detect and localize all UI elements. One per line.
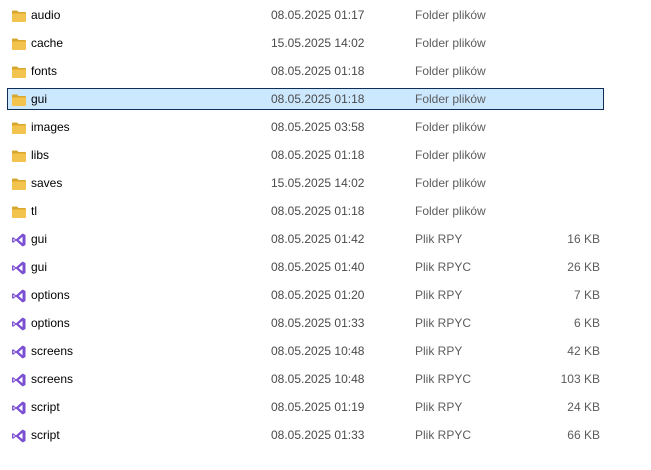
folder-row[interactable]: fonts 08.05.2025 01:18 Folder plików [7, 60, 604, 82]
file-type: Folder plików [415, 176, 486, 190]
file-row[interactable]: screens 08.05.2025 10:48 Plik RPYC 103 KB [7, 368, 604, 390]
file-name: gui [31, 232, 48, 246]
visual-studio-file-icon [11, 400, 27, 416]
folder-icon [11, 148, 27, 164]
modified-date: 08.05.2025 01:19 [271, 400, 365, 414]
modified-date: 08.05.2025 10:48 [271, 372, 365, 386]
file-name: audio [31, 8, 61, 22]
file-size: 103 KB [560, 372, 600, 386]
folder-row[interactable]: saves 15.05.2025 14:02 Folder plików [7, 172, 604, 194]
modified-date: 08.05.2025 01:18 [271, 92, 365, 106]
file-type: Folder plików [415, 204, 486, 218]
file-name: screens [31, 344, 74, 358]
folder-icon [11, 92, 27, 108]
modified-date: 08.05.2025 01:20 [271, 288, 365, 302]
file-name: libs [31, 148, 50, 162]
modified-date: 15.05.2025 14:02 [271, 176, 365, 190]
folder-icon [11, 204, 27, 220]
folder-icon [11, 8, 27, 24]
file-row[interactable]: options 08.05.2025 01:33 Plik RPYC 6 KB [7, 312, 604, 334]
modified-date: 08.05.2025 01:42 [271, 232, 365, 246]
file-name: gui [31, 92, 48, 106]
modified-date: 08.05.2025 01:18 [271, 64, 365, 78]
file-row[interactable]: script 08.05.2025 01:33 Plik RPYC 66 KB [7, 424, 604, 446]
folder-icon [11, 64, 27, 80]
folder-icon [11, 120, 27, 136]
file-name: cache [31, 36, 64, 50]
file-type: Plik RPY [415, 288, 463, 302]
visual-studio-file-icon [11, 232, 27, 248]
file-name: saves [31, 176, 63, 190]
file-name: screens [31, 372, 74, 386]
visual-studio-file-icon [11, 428, 27, 444]
file-name: images [31, 120, 70, 134]
file-row[interactable]: gui 08.05.2025 01:40 Plik RPYC 26 KB [7, 256, 604, 278]
file-name: tl [31, 204, 37, 218]
file-type: Plik RPYC [415, 428, 472, 442]
file-type: Plik RPYC [415, 316, 472, 330]
file-name: options [31, 316, 70, 330]
file-size: 66 KB [567, 428, 600, 442]
file-row[interactable]: script 08.05.2025 01:19 Plik RPY 24 KB [7, 396, 604, 418]
visual-studio-file-icon [11, 344, 27, 360]
file-size: 6 KB [573, 316, 600, 330]
visual-studio-file-icon [11, 260, 27, 276]
file-row[interactable]: gui 08.05.2025 01:42 Plik RPY 16 KB [7, 228, 604, 250]
file-size: 24 KB [567, 400, 600, 414]
file-size: 26 KB [567, 260, 600, 274]
modified-date: 08.05.2025 01:17 [271, 8, 365, 22]
file-size: 42 KB [567, 344, 600, 358]
file-row[interactable]: screens 08.05.2025 10:48 Plik RPY 42 KB [7, 340, 604, 362]
file-type: Plik RPY [415, 400, 463, 414]
modified-date: 08.05.2025 01:33 [271, 316, 365, 330]
file-name: script [31, 428, 60, 442]
folder-row[interactable]: gui 08.05.2025 01:18 Folder plików [7, 88, 604, 110]
modified-date: 08.05.2025 01:33 [271, 428, 365, 442]
visual-studio-file-icon [11, 316, 27, 332]
file-type: Folder plików [415, 8, 486, 22]
visual-studio-file-icon [11, 288, 27, 304]
file-type: Plik RPYC [415, 260, 472, 274]
folder-icon [11, 176, 27, 192]
modified-date: 08.05.2025 01:18 [271, 148, 365, 162]
folder-row[interactable]: cache 15.05.2025 14:02 Folder plików [7, 32, 604, 54]
folder-row[interactable]: tl 08.05.2025 01:18 Folder plików [7, 200, 604, 222]
file-type: Folder plików [415, 36, 486, 50]
visual-studio-file-icon [11, 372, 27, 388]
file-name: script [31, 400, 60, 414]
folder-row[interactable]: audio 08.05.2025 01:17 Folder plików [7, 4, 604, 26]
modified-date: 08.05.2025 10:48 [271, 344, 365, 358]
folder-row[interactable]: images 08.05.2025 03:58 Folder plików [7, 116, 604, 138]
file-size: 16 KB [567, 232, 600, 246]
file-name: fonts [31, 64, 58, 78]
folder-row[interactable]: libs 08.05.2025 01:18 Folder plików [7, 144, 604, 166]
file-size: 7 KB [573, 288, 600, 302]
modified-date: 15.05.2025 14:02 [271, 36, 365, 50]
file-type: Plik RPYC [415, 372, 472, 386]
file-type: Folder plików [415, 120, 486, 134]
folder-icon [11, 36, 27, 52]
file-type: Plik RPY [415, 344, 463, 358]
file-type: Plik RPY [415, 232, 463, 246]
file-row[interactable]: options 08.05.2025 01:20 Plik RPY 7 KB [7, 284, 604, 306]
file-type: Folder plików [415, 64, 486, 78]
modified-date: 08.05.2025 01:40 [271, 260, 365, 274]
file-type: Folder plików [415, 92, 486, 106]
modified-date: 08.05.2025 03:58 [271, 120, 365, 134]
file-name: options [31, 288, 70, 302]
file-name: gui [31, 260, 48, 274]
file-type: Folder plików [415, 148, 486, 162]
modified-date: 08.05.2025 01:18 [271, 204, 365, 218]
